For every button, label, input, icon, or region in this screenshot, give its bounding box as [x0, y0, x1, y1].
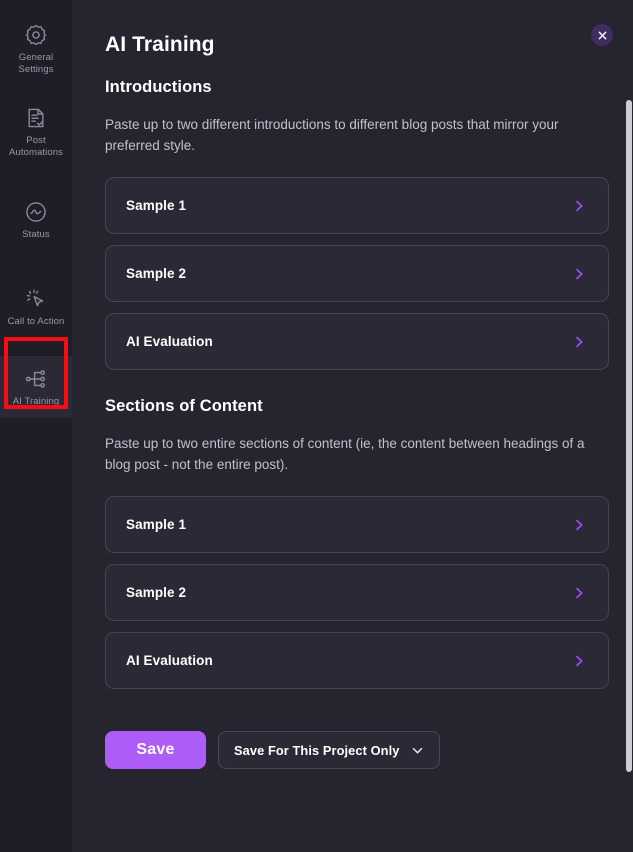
document-check-icon	[24, 106, 48, 130]
sidebar-item-label: General Settings	[18, 52, 54, 75]
card-introductions-sample-1[interactable]: Sample 1	[105, 177, 609, 234]
page-title: AI Training	[105, 33, 215, 56]
pulse-circle-icon	[24, 200, 48, 224]
sidebar-item-label: AI Training	[12, 395, 60, 407]
save-scope-value: Save For This Project Only	[234, 742, 400, 758]
sidebar-item-label: Call to Action	[7, 315, 65, 327]
chevron-down-icon	[412, 747, 423, 753]
save-scope-select[interactable]: Save For This Project Only	[218, 731, 440, 769]
card-sections-ai-evaluation[interactable]: AI Evaluation	[105, 632, 609, 689]
sidebar-nav: General Settings Post Automations Status…	[0, 0, 72, 852]
card-label: Sample 1	[126, 517, 187, 532]
chevron-right-icon	[576, 519, 583, 530]
main-content: AI Training Introductions Paste up to tw…	[72, 0, 633, 852]
card-label: Sample 2	[126, 585, 187, 600]
card-sections-sample-1[interactable]: Sample 1	[105, 496, 609, 553]
card-label: Sample 2	[126, 266, 187, 281]
card-sections-sample-2[interactable]: Sample 2	[105, 564, 609, 621]
card-introductions-ai-evaluation[interactable]: AI Evaluation	[105, 313, 609, 370]
chevron-right-icon	[576, 200, 583, 211]
chevron-right-icon	[576, 336, 583, 347]
sidebar-item-status[interactable]: Status	[0, 189, 72, 251]
close-button[interactable]	[591, 24, 613, 46]
section-introductions: Introductions Paste up to two different …	[105, 78, 609, 370]
section-description: Paste up to two different introductions …	[105, 117, 559, 153]
card-label: AI Evaluation	[126, 653, 213, 668]
chevron-right-icon	[576, 587, 583, 598]
sidebar-item-general-settings[interactable]: General Settings	[0, 18, 72, 80]
scrollbar-track[interactable]	[625, 0, 633, 852]
node-graph-icon	[24, 367, 48, 391]
section-description: Paste up to two entire sections of conte…	[105, 436, 585, 472]
section-title: Introductions	[105, 78, 212, 96]
sidebar-item-post-automations[interactable]: Post Automations	[0, 101, 72, 163]
chevron-right-icon	[576, 655, 583, 666]
close-icon	[598, 31, 606, 39]
sections-of-content-card-list: Sample 1 Sample 2 AI Evaluation	[105, 496, 609, 689]
save-button[interactable]: Save	[105, 731, 206, 769]
section-title: Sections of Content	[105, 397, 263, 415]
card-label: Sample 1	[126, 198, 187, 213]
sidebar-item-label: Status	[22, 228, 50, 240]
sidebar-item-label: Post Automations	[9, 135, 63, 158]
card-label: AI Evaluation	[126, 334, 213, 349]
panel-header: AI Training	[105, 0, 609, 74]
footer-actions: Save Save For This Project Only	[105, 731, 609, 789]
introductions-card-list: Sample 1 Sample 2 AI Evaluation	[105, 177, 609, 370]
gear-icon	[24, 23, 48, 47]
scrollbar-thumb[interactable]	[626, 100, 632, 772]
sidebar-item-call-to-action[interactable]: Call to Action	[0, 276, 72, 338]
chevron-right-icon	[576, 268, 583, 279]
card-introductions-sample-2[interactable]: Sample 2	[105, 245, 609, 302]
section-sections-of-content: Sections of Content Paste up to two enti…	[105, 397, 609, 689]
ai-training-panel: General Settings Post Automations Status…	[0, 0, 633, 852]
sidebar-item-ai-training[interactable]: AI Training	[0, 356, 72, 418]
click-cursor-icon	[24, 287, 48, 311]
